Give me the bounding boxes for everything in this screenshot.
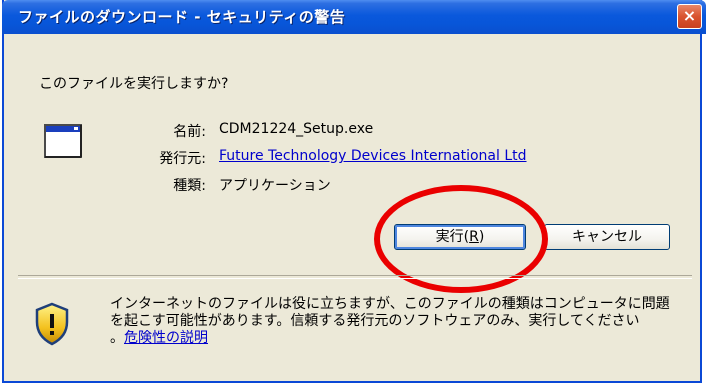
application-window-icon [44, 124, 82, 158]
type-label: 種類: [173, 178, 206, 194]
security-warning-dialog: ファイルのダウンロード - セキュリティの警告 × このファイルを実行しますか?… [2, 0, 706, 383]
warning-line-3-prefix: 。 [110, 330, 124, 346]
divider [18, 275, 692, 279]
name-value: CDM21224_Setup.exe [219, 121, 374, 137]
dialog-title: ファイルのダウンロード - セキュリティの警告 [18, 8, 346, 26]
publisher-link[interactable]: Future Technology Devices International … [219, 148, 527, 164]
security-shield-icon [35, 302, 69, 346]
title-bar[interactable]: ファイルのダウンロード - セキュリティの警告 × [2, 0, 706, 34]
warning-line-2: を起こす可能性があります。信頼する発行元のソフトウェアのみ、実行してください [110, 313, 640, 329]
security-warning-text: インターネットのファイルは役に立ちますが、このファイルの種類はコンピュータに問題… [110, 296, 690, 347]
close-icon: × [682, 6, 697, 25]
warning-line-3: 。危険性の説明 [110, 330, 690, 347]
name-label: 名前: [173, 124, 206, 140]
close-button[interactable]: × [677, 4, 702, 29]
risk-explanation-link[interactable]: 危険性の説明 [124, 330, 208, 346]
warning-line-1: インターネットのファイルは役に立ちますが、このファイルの種類はコンピュータに問題 [110, 296, 670, 312]
run-prompt: このファイルを実行しますか? [39, 76, 229, 92]
cancel-button[interactable]: キャンセル [544, 224, 670, 250]
type-value: アプリケーション [219, 178, 331, 194]
publisher-label: 発行元: [159, 151, 206, 167]
